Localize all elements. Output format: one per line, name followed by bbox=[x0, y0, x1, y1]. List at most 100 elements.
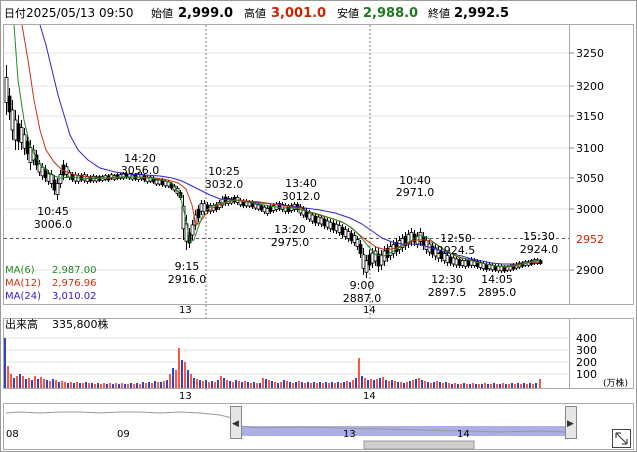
candle-body bbox=[388, 246, 393, 256]
volume-bar bbox=[247, 382, 249, 388]
high-label: 高値 bbox=[244, 6, 266, 20]
volume-bar bbox=[19, 374, 21, 388]
volume-bar bbox=[166, 380, 168, 388]
candle-body bbox=[253, 203, 258, 209]
volume-bar bbox=[298, 381, 300, 388]
candle-body bbox=[322, 218, 327, 227]
candle-body bbox=[10, 109, 15, 131]
volume-bar bbox=[367, 380, 369, 388]
price-axis-label: 3150 bbox=[576, 110, 604, 123]
volume-bar bbox=[340, 383, 342, 388]
datetime-label: 日付 bbox=[4, 7, 26, 20]
candle-body bbox=[286, 206, 291, 212]
candle-body bbox=[19, 127, 24, 143]
candle-body bbox=[64, 166, 69, 175]
volume-bar bbox=[286, 381, 288, 388]
volume-bar bbox=[181, 360, 183, 388]
volume-bar bbox=[226, 380, 228, 388]
volume-bar bbox=[532, 384, 534, 388]
price-axis-label: 3200 bbox=[576, 80, 604, 93]
ma24-value: 3,010.02 bbox=[52, 291, 97, 302]
volume-bar bbox=[505, 384, 507, 388]
candle-body bbox=[361, 254, 366, 269]
volume-bar bbox=[418, 378, 420, 388]
volume-bar bbox=[223, 378, 225, 388]
volume-bar bbox=[361, 376, 363, 388]
volume-bar bbox=[439, 382, 441, 388]
volume-bar bbox=[436, 381, 438, 388]
volume-bar bbox=[58, 382, 60, 388]
volume-bar bbox=[337, 382, 339, 388]
candle-body bbox=[334, 223, 339, 232]
low-value: 2,988.0 bbox=[363, 6, 418, 21]
annotation-time: 10:45 bbox=[37, 205, 69, 218]
volume-bar bbox=[511, 383, 513, 388]
volume-bar bbox=[220, 376, 222, 388]
volume-bar bbox=[307, 382, 309, 388]
navigator-right-arrow-icon[interactable]: ▶ bbox=[567, 419, 574, 429]
volume-bar bbox=[382, 377, 384, 388]
candle-body bbox=[46, 173, 51, 182]
volume-bar bbox=[82, 383, 84, 388]
volume-bar bbox=[349, 382, 351, 388]
nav-date-label-09: 09 bbox=[117, 429, 130, 440]
candle-body bbox=[307, 212, 312, 220]
candle-body bbox=[76, 175, 81, 182]
candle-body bbox=[58, 174, 63, 184]
volume-bar bbox=[484, 383, 486, 388]
candle-body bbox=[328, 221, 333, 230]
volume-bar bbox=[130, 383, 132, 388]
volume-bar bbox=[10, 374, 12, 388]
volume-bar bbox=[463, 383, 465, 388]
annotation-price: 2895.0 bbox=[478, 286, 517, 299]
volume-bar bbox=[49, 381, 51, 388]
candle-body bbox=[325, 220, 330, 228]
ma6-value: 2,987.00 bbox=[52, 265, 97, 276]
volume-bar bbox=[103, 383, 105, 388]
candle-body bbox=[40, 166, 45, 177]
candle-body bbox=[202, 203, 207, 212]
volume-bar bbox=[295, 382, 297, 388]
volume-bar bbox=[448, 383, 450, 388]
volume-bar bbox=[64, 382, 66, 388]
candle-body bbox=[370, 252, 375, 264]
ma12-value: 2,976.96 bbox=[52, 278, 97, 289]
volume-bar bbox=[475, 384, 477, 388]
volume-bar bbox=[238, 381, 240, 388]
volume-bar bbox=[304, 383, 306, 388]
volume-bar bbox=[430, 383, 432, 388]
volume-bar bbox=[517, 383, 519, 388]
volume-bar bbox=[397, 382, 399, 388]
header-bar: 日付 2025/05/13 09:50 始値 2,999.0 高値 3,001.… bbox=[4, 6, 509, 21]
volume-bar bbox=[232, 382, 234, 388]
annotation-time: 15:30 bbox=[523, 230, 555, 243]
volume-bar bbox=[184, 362, 186, 388]
volume-value: 335,800株 bbox=[52, 317, 109, 331]
volume-bar bbox=[154, 381, 156, 388]
candle-body bbox=[454, 258, 459, 266]
volume-bar bbox=[157, 382, 159, 388]
candle-body bbox=[343, 229, 348, 237]
volume-bar bbox=[73, 383, 75, 388]
volume-bar bbox=[55, 380, 57, 388]
annotation-price: 3006.0 bbox=[34, 218, 73, 231]
navigator-scroll-thumb[interactable] bbox=[363, 440, 475, 450]
candle-body bbox=[319, 217, 324, 225]
volume-bar bbox=[4, 338, 6, 388]
candle-body bbox=[496, 265, 501, 272]
candle-body bbox=[349, 233, 354, 241]
candle-body bbox=[7, 95, 12, 113]
price-plot-area[interactable] bbox=[3, 24, 570, 305]
candle-body bbox=[265, 208, 270, 214]
volume-bar bbox=[466, 384, 468, 388]
ma12-label: MA(12) bbox=[5, 278, 41, 289]
annotation-price: 2916.0 bbox=[168, 273, 207, 286]
annotation-price: 2975.0 bbox=[271, 236, 310, 249]
volume-bar bbox=[478, 384, 480, 388]
datetime-value: 2025/05/13 09:50 bbox=[26, 6, 134, 20]
navigator-left-arrow-icon[interactable]: ◀ bbox=[232, 419, 239, 429]
price-axis-label: 3250 bbox=[576, 47, 604, 60]
annotation-price: 2897.5 bbox=[428, 286, 467, 299]
expand-icon[interactable] bbox=[612, 429, 631, 448]
candle-body bbox=[367, 254, 372, 266]
